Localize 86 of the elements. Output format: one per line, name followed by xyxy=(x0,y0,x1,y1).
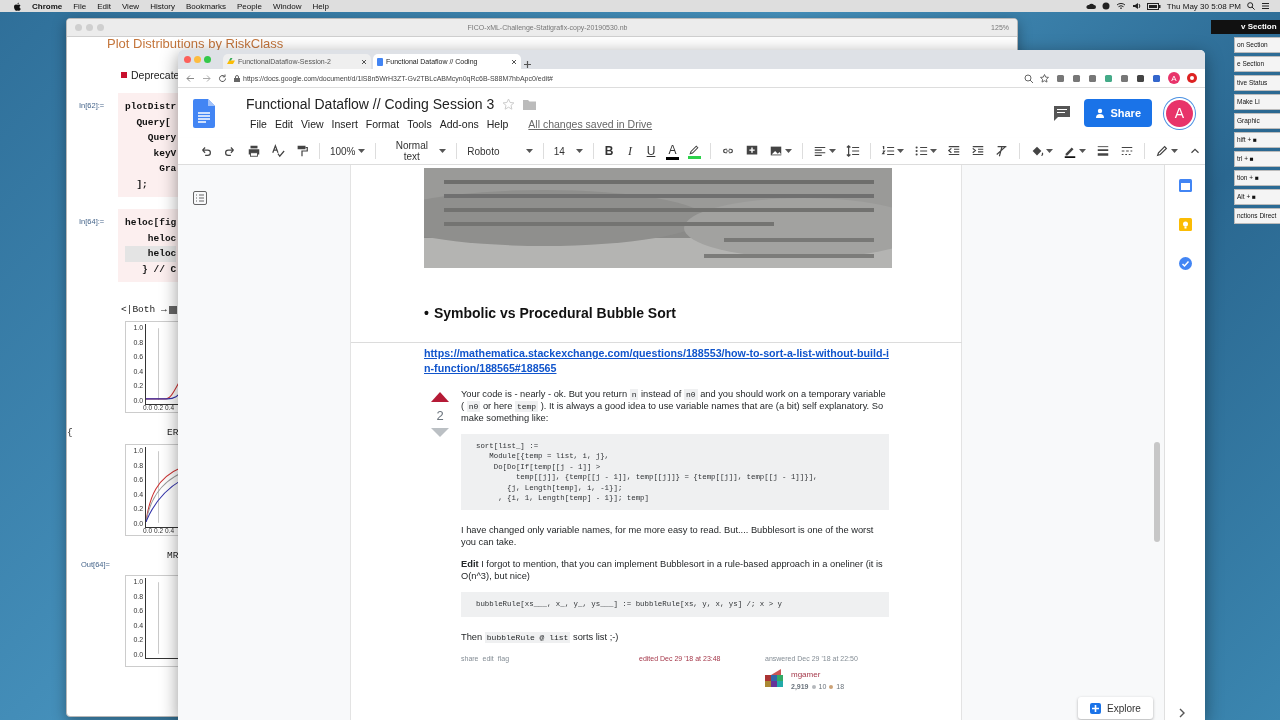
explore-button[interactable]: Explore xyxy=(1078,697,1153,719)
cloud-icon[interactable] xyxy=(1085,2,1096,10)
text-color-button[interactable]: A xyxy=(663,140,682,162)
palette-header: v Section xyxy=(1211,20,1280,34)
menu-item[interactable]: Edit xyxy=(270,118,297,130)
bullet-mark: • xyxy=(424,305,429,321)
calendar-icon[interactable] xyxy=(1178,179,1192,192)
menu-item[interactable]: File xyxy=(73,1,87,11)
menu-item[interactable]: History xyxy=(150,1,175,11)
scrollbar[interactable] xyxy=(1154,442,1160,542)
zoom-icon[interactable] xyxy=(1024,73,1033,83)
menu-item[interactable]: Bookmarks xyxy=(186,1,227,11)
zoom-dropdown[interactable]: 100% xyxy=(326,143,369,159)
caret-icon xyxy=(525,148,533,154)
menu-clock: Thu May 30 5:08 PM xyxy=(1166,1,1241,11)
user-name[interactable]: mgamer xyxy=(791,668,889,681)
code-cell[interactable]: heloc[fig heloc heloc } // C xyxy=(118,209,179,282)
brace-text: { xyxy=(67,427,74,438)
star-icon[interactable] xyxy=(1040,73,1049,83)
swatch-icon xyxy=(168,305,177,314)
check-icon[interactable] xyxy=(1178,257,1192,270)
close-icon[interactable] xyxy=(361,58,367,65)
drive-icon xyxy=(227,58,235,65)
explore-icon xyxy=(1090,702,1101,714)
menu-item[interactable]: View xyxy=(121,1,140,11)
style-dropdown[interactable]: Normal text xyxy=(383,138,450,164)
menu-item[interactable]: Add-ons xyxy=(435,118,483,130)
notebook-heading: Plot Distributions by RiskClass xyxy=(107,37,285,51)
account-avatar[interactable]: A xyxy=(1166,99,1193,127)
app-menu[interactable]: Chrome xyxy=(32,1,63,11)
vote-count: 2 xyxy=(436,410,444,422)
underline-button[interactable]: U xyxy=(642,142,660,160)
menu-icon[interactable] xyxy=(1261,2,1270,10)
menu-item[interactable]: File xyxy=(246,118,271,130)
volume-icon[interactable] xyxy=(1131,2,1141,10)
apple-icon[interactable] xyxy=(13,1,21,11)
comment-icon[interactable] xyxy=(1054,105,1071,121)
font-size-dropdown[interactable]: 14 xyxy=(550,143,586,159)
docs-icon xyxy=(377,57,383,66)
user-avatar-icon[interactable] xyxy=(765,668,783,687)
section-heading: Symbolic vs Procedural Bubble Sort xyxy=(433,305,676,321)
new-tab-icon[interactable] xyxy=(523,60,532,69)
answer-paragraph: Then bubbleRule @ list sorts list ;-) xyxy=(461,630,620,643)
lock-icon xyxy=(234,74,240,82)
plot-title: ER xyxy=(167,427,180,438)
legend-text: <|Both → xyxy=(121,304,167,315)
menu-item[interactable]: Help xyxy=(482,118,513,130)
vote-up-icon[interactable] xyxy=(431,392,449,402)
close-icon[interactable] xyxy=(511,58,517,65)
docs-logo-icon[interactable] xyxy=(193,98,215,128)
answer-paragraph: Your code is - nearly - ok. But you return n instead of n0 and you should work on a temporary variable ( n0 or here temp ). It is always a good idea to use variable names that are (a bit) self explanatory. So make something like: xyxy=(461,388,887,424)
back-icon[interactable] xyxy=(186,73,195,83)
extension-icon[interactable] xyxy=(1187,73,1197,83)
square-icon xyxy=(121,72,127,78)
document-title[interactable]: Functional Dataflow // Coding Session 3 xyxy=(246,96,495,112)
answer-paragraph: Edit I forgot to mention, that you can implement Bubblesort in a rule-based approach in a oneliner (it is O(n^3), but nice) xyxy=(461,558,884,583)
hyperlink[interactable]: https://mathematica.stackexchange.com/questions/188553/how-to-sort-a-list-without-build-in-function/188565#188565 xyxy=(424,346,892,376)
answer-paragraph: I have changed only variable names, for me more easy to read. But.... Bubblesort is one of the worst you can take. xyxy=(461,524,875,549)
caret-icon xyxy=(358,148,366,154)
menu-item[interactable]: Insert xyxy=(327,118,362,130)
menu-item[interactable]: View xyxy=(297,118,328,130)
menu-item[interactable]: People xyxy=(237,1,262,11)
menu-item[interactable]: Help xyxy=(312,1,329,11)
code-cell[interactable]: plotDistr Query[ Query keyV Gra ]; xyxy=(118,93,179,197)
caret-icon xyxy=(575,148,583,154)
plot-title: MR xyxy=(167,550,180,561)
reload-icon[interactable] xyxy=(218,73,227,83)
share-button[interactable]: Share xyxy=(1084,99,1152,127)
notebook-text: Deprecate xyxy=(131,69,180,81)
person-icon xyxy=(1095,108,1106,118)
search-icon[interactable] xyxy=(1247,2,1255,10)
chevron-right-icon[interactable] xyxy=(1179,708,1186,718)
profile-avatar[interactable]: A xyxy=(1168,72,1180,84)
caret-icon xyxy=(439,148,447,154)
save-status[interactable]: All changes saved in Drive xyxy=(524,118,657,130)
wifi-icon[interactable] xyxy=(1115,2,1126,10)
bold-button[interactable]: B xyxy=(600,142,618,160)
circle-icon[interactable] xyxy=(1101,2,1110,10)
menu-item[interactable]: Edit xyxy=(97,1,111,11)
menu-item[interactable]: Window xyxy=(272,1,302,11)
menu-item[interactable]: Format xyxy=(361,118,404,130)
italic-button[interactable]: I xyxy=(621,141,639,161)
font-dropdown[interactable]: Roboto xyxy=(464,143,536,159)
outline-icon[interactable] xyxy=(193,191,207,205)
battery-icon[interactable] xyxy=(1146,2,1161,10)
menu-item[interactable]: Tools xyxy=(403,118,436,130)
